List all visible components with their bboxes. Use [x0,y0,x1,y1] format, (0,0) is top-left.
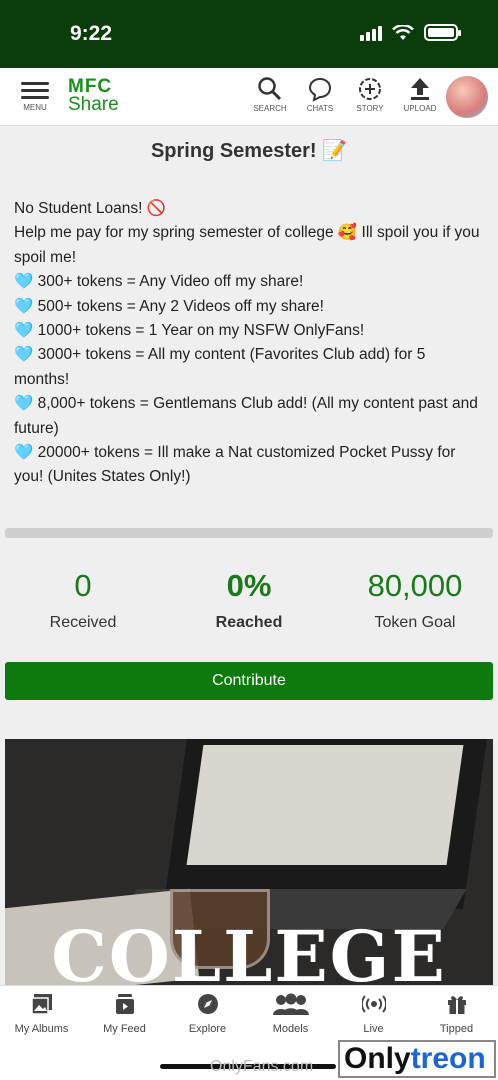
story-label: STORY [356,104,384,113]
goal-value: 80,000 [367,567,463,603]
received-value: 0 [74,567,92,603]
nav-label: My Albums [14,1023,69,1035]
mfc-share-logo[interactable]: MFC Share [68,77,119,115]
goal-panel: Spring Semester! 📝 No Student Loans! 🚫 H… [0,126,498,700]
goal-image: COLLEGE [5,739,493,985]
logo-line2: Share [68,94,119,115]
wifi-icon [392,24,414,40]
goal-label: Token Goal [374,613,456,631]
battery-icon [424,24,461,41]
reached-label: Reached [215,613,283,631]
desc-line: 🩵 500+ tokens = Any 2 Videos off my shar… [14,297,324,315]
received-label: Received [49,613,117,631]
menu-label: MENU [23,103,47,112]
nav-label: Live [363,1023,384,1035]
feed-icon [115,994,134,1014]
gift-icon [447,996,466,1014]
goal-title: Spring Semester! 📝 [150,140,348,162]
stat-reached: 0% Reached [166,568,332,632]
upload-button[interactable]: UPLOAD [402,76,438,113]
clock: 9:22 [70,22,113,45]
desc-line: 🩵 3000+ tokens = All my content (Favorit… [14,346,426,388]
desc-line: No Student Loans! 🚫 [14,200,167,217]
nav-my-feed[interactable]: My Feed [83,986,166,1040]
image-text: COLLEGE [51,915,447,985]
goal-progress-bar [5,527,493,538]
nav-live[interactable]: Live [332,986,415,1040]
desc-line: 🩵 1000+ tokens = 1 Year on my NSFW OnlyF… [14,322,365,340]
stat-goal: 80,000 Token Goal [332,568,498,632]
albums-icon [30,994,52,1015]
nav-explore[interactable]: Explore [166,986,249,1040]
laptop-screen-shape [186,745,464,865]
search-button[interactable]: SEARCH [252,76,288,113]
search-icon [258,77,282,101]
nav-tipped[interactable]: Tipped [415,986,498,1040]
nav-label: Tipped [439,1023,474,1035]
status-icons [360,24,461,41]
upload-icon [411,78,429,100]
chats-button[interactable]: CHATS [302,76,338,113]
nav-label: My Feed [103,1023,146,1035]
contribute-button[interactable]: Contribute [5,661,493,700]
live-icon [360,995,387,1013]
watermark-part-1: Only [344,1042,411,1075]
chats-icon [308,77,332,102]
desc-line: 🩵 300+ tokens = Any Video off my share! [14,273,304,291]
nav-my-albums[interactable]: My Albums [0,986,83,1040]
app-header: MENU MFC Share SEARCH CHATS STORY UPLOAD [0,68,498,126]
nav-label: Models [272,1023,309,1035]
nav-label: Explore [188,1023,227,1035]
stat-received: 0 Received [0,568,166,632]
story-button[interactable]: STORY [352,76,388,113]
bottom-nav: My Albums My Feed Explore Models Live Ti… [0,985,498,1040]
search-label: SEARCH [253,104,287,113]
chats-label: CHATS [306,104,334,113]
upload-label: UPLOAD [403,104,437,113]
hamburger-icon [18,82,52,99]
goal-stats: 0 Received 0% Reached 80,000 Token Goal [0,568,498,632]
desc-line: 🩵 8,000+ tokens = Gentlemans Club add! (… [14,395,478,437]
status-bar: 9:22 [0,0,498,68]
goal-description: No Student Loans! 🚫 Help me pay for my s… [0,197,498,490]
desc-line: Help me pay for my spring semester of co… [14,224,480,266]
desc-line: 🩵 20000+ tokens = Ill make a Nat customi… [14,444,456,486]
nav-models[interactable]: Models [249,986,332,1040]
users-icon [272,993,309,1015]
signal-icon [360,25,382,41]
watermark-onlytreon: Onlytreon [338,1040,496,1078]
reached-value: 0% [226,567,272,603]
avatar[interactable] [444,74,490,120]
menu-button[interactable]: MENU [18,78,52,112]
story-icon [359,78,381,100]
watermark-onlyfans: OnlyFans.com [210,1058,314,1075]
compass-icon [197,994,218,1014]
watermark-part-2: treon [410,1042,486,1075]
